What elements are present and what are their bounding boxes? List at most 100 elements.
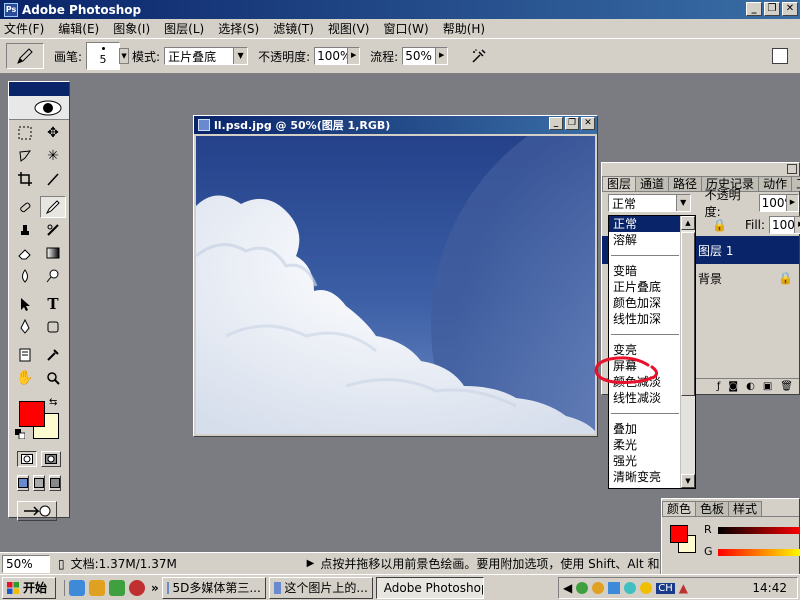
lock-icon[interactable]: 🔒 [712, 218, 727, 232]
dodge-tool[interactable] [40, 265, 66, 287]
blend-mode-option[interactable]: 正常 [609, 216, 681, 232]
network-icon[interactable] [576, 582, 589, 594]
brush-size-picker[interactable]: 5 ▼ [86, 42, 130, 70]
scroll-down-icon[interactable]: ▼ [681, 474, 695, 488]
brush-dropdown-arrow[interactable]: ▼ [119, 48, 130, 64]
type-tool[interactable]: T [40, 293, 66, 315]
flow-arrow-icon[interactable]: ▶ [435, 48, 448, 64]
document-size[interactable]: 文档:1.37M/1.37M [71, 555, 301, 572]
restore-button[interactable]: ❐ [764, 2, 780, 16]
eraser-tool[interactable] [12, 242, 38, 264]
path-selection-tool[interactable] [12, 293, 38, 315]
airbrush-toggle[interactable] [468, 45, 490, 67]
media-quicklaunch-icon[interactable] [129, 579, 145, 596]
menu-edit[interactable]: 编辑(E) [58, 20, 99, 37]
quick-mask-mode-button[interactable] [41, 451, 61, 467]
clock[interactable]: 14:42 [752, 581, 787, 595]
blend-mode-option[interactable]: 屏幕 [609, 358, 681, 374]
tab-swatches[interactable]: 色板 [695, 501, 730, 516]
doc-maximize-button[interactable]: ❐ [565, 117, 579, 130]
trash-icon[interactable]: 🗑 [780, 381, 793, 392]
messenger-icon[interactable] [608, 582, 621, 594]
blend-mode-option[interactable]: 变亮 [609, 342, 681, 358]
chat-icon[interactable] [624, 582, 637, 594]
warning-icon[interactable]: ▲ [679, 581, 688, 595]
chevron-right-icon[interactable]: » [151, 581, 159, 595]
zoom-input[interactable]: 50% [2, 554, 50, 573]
opacity-input[interactable]: 100% ▶ [314, 47, 361, 65]
adobe-eye-logo[interactable] [9, 96, 69, 120]
menu-view[interactable]: 视图(V) [328, 20, 370, 37]
palette-well-icon[interactable] [772, 48, 788, 64]
blend-mode-option[interactable]: 柔光 [609, 437, 681, 453]
outlook-quicklaunch-icon[interactable] [89, 579, 105, 596]
start-button[interactable]: 开始 [2, 576, 56, 599]
image-canvas[interactable] [196, 136, 595, 434]
status-menu-arrow-icon[interactable]: ▶ [307, 558, 315, 569]
flow-input[interactable]: 50% ▶ [402, 47, 449, 65]
desktop-quicklaunch-icon[interactable] [109, 579, 125, 596]
task-button-multimedia[interactable]: 5D多媒体第三... [161, 576, 266, 599]
tool-preset-picker[interactable] [6, 43, 44, 69]
close-icon[interactable] [787, 164, 797, 174]
ie-quicklaunch-icon[interactable] [69, 579, 85, 596]
layer-mask-icon[interactable]: ◙ [728, 381, 738, 392]
layer-effects-icon[interactable]: ƒ [717, 381, 721, 392]
doc-minimize-button[interactable]: _ [549, 117, 563, 130]
green-channel-slider[interactable] [718, 549, 800, 556]
blend-mode-option[interactable]: 溶解 [609, 232, 681, 248]
ime-indicator[interactable]: CH [656, 582, 675, 594]
lasso-tool[interactable] [12, 145, 38, 167]
menu-help[interactable]: 帮助(H) [443, 20, 485, 37]
blur-tool[interactable] [12, 265, 38, 287]
blend-mode-option[interactable]: 清晰变亮 [609, 469, 681, 485]
tab-channels[interactable]: 通道 [635, 176, 670, 191]
full-screen-mode-button[interactable] [49, 475, 61, 491]
red-channel-slider[interactable] [718, 527, 800, 534]
fill-arrow-icon[interactable]: ▶ [794, 217, 800, 233]
opacity-arrow-icon[interactable]: ▶ [347, 48, 360, 64]
standard-screen-mode-button[interactable] [17, 475, 29, 491]
tab-tools[interactable]: 工具 [791, 176, 800, 191]
menu-image[interactable]: 图象(I) [113, 20, 150, 37]
history-brush-tool[interactable] [40, 219, 66, 241]
close-button[interactable]: ✕ [782, 2, 798, 16]
blend-mode-option[interactable]: 颜色加深 [609, 295, 681, 311]
menu-file[interactable]: 文件(F) [4, 20, 44, 37]
task-button-picture[interactable]: 这个图片上的... [268, 576, 373, 599]
fill-input[interactable]: 100% ▶ [769, 216, 800, 234]
zoom-tool[interactable] [40, 367, 66, 389]
jump-to-imageready-button[interactable] [17, 501, 57, 521]
slice-tool[interactable] [40, 168, 66, 190]
adjustment-layer-icon[interactable]: ◐ [746, 381, 755, 392]
tab-styles[interactable]: 样式 [728, 501, 763, 516]
antivirus-icon[interactable] [592, 582, 605, 594]
mode-select[interactable]: 正片叠底 ▼ [164, 47, 249, 65]
marquee-tool[interactable] [12, 122, 38, 144]
task-button-photoshop[interactable]: Adobe Photoshop [375, 576, 484, 599]
move-tool[interactable]: ✥ [40, 122, 66, 144]
blend-mode-option[interactable]: 强光 [609, 453, 681, 469]
notes-tool[interactable] [12, 344, 38, 366]
crop-tool[interactable] [12, 168, 38, 190]
menu-window[interactable]: 窗口(W) [383, 20, 428, 37]
tab-color[interactable]: 颜色 [662, 501, 697, 516]
layer-opacity-arrow-icon[interactable]: ▶ [786, 195, 798, 211]
eyedropper-tool[interactable] [40, 344, 66, 366]
clone-stamp-tool[interactable] [12, 219, 38, 241]
hand-tool[interactable]: ✋ [12, 367, 38, 389]
menu-layer[interactable]: 图层(L) [164, 20, 204, 37]
toolbox-title-bar[interactable] [9, 82, 69, 96]
tab-paths[interactable]: 路径 [668, 176, 703, 191]
layer-opacity-input[interactable]: 100% ▶ [758, 194, 799, 212]
doc-close-button[interactable]: ✕ [581, 117, 595, 130]
swap-colors-icon[interactable]: ⇆ [49, 397, 57, 408]
layers-panel-title-bar[interactable] [602, 163, 799, 176]
qq-icon[interactable] [640, 582, 653, 594]
blend-mode-option[interactable]: 线性加深 [609, 311, 681, 327]
magic-wand-tool[interactable]: ✳ [40, 145, 66, 167]
speaker-icon[interactable]: ◀ [563, 581, 572, 595]
scroll-thumb[interactable] [681, 232, 695, 396]
brush-tool[interactable] [40, 196, 66, 218]
blend-list-scrollbar[interactable]: ▲ ▼ [680, 216, 695, 488]
